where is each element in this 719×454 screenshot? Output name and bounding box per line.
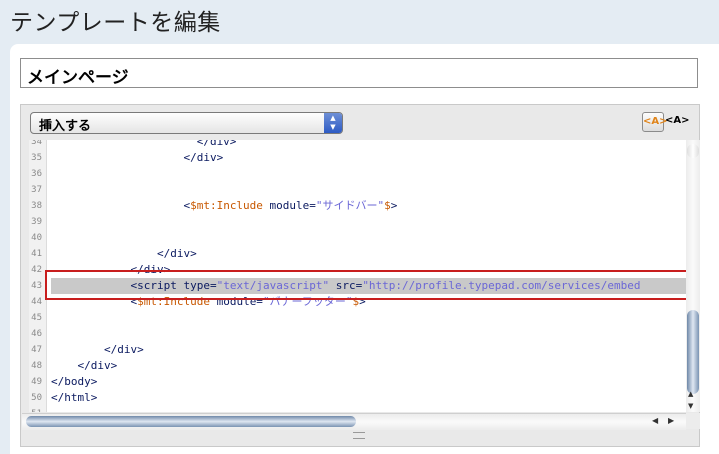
code-token: "text/javascript" xyxy=(216,279,330,292)
code-line[interactable]: 35 </div> xyxy=(29,150,686,166)
code-line[interactable]: 49 </body> xyxy=(29,374,686,390)
line-number: 34 xyxy=(31,140,42,147)
code-token: < xyxy=(51,199,191,212)
code-line-text: </body> xyxy=(51,374,97,390)
code-line[interactable]: 34 </div> xyxy=(29,140,686,150)
code-line-text: <$mt:Include module="サイドバー"$> xyxy=(51,198,397,214)
code-line[interactable]: 47 </div> xyxy=(29,342,686,358)
syntax-highlight-on-button[interactable]: <A> xyxy=(642,112,668,132)
code-token: module= xyxy=(262,199,316,212)
line-number: 37 xyxy=(31,185,42,195)
code-token: > xyxy=(390,199,398,212)
code-token: "サイドバー" xyxy=(315,199,385,212)
line-number: 42 xyxy=(31,265,42,275)
horizontal-scrollbar[interactable]: ◀ ▶ xyxy=(22,413,686,430)
line-number: 36 xyxy=(31,169,42,179)
code-line[interactable]: 36 xyxy=(29,166,686,182)
scrollbar-track-cap xyxy=(687,144,699,158)
line-number: 51 xyxy=(29,406,42,412)
arrow-down-icon[interactable]: ▼ xyxy=(688,402,693,410)
code-token: "バナーフッター" xyxy=(262,295,353,308)
code-token: src= xyxy=(329,279,363,292)
line-number: 39 xyxy=(31,217,42,227)
resize-grip-icon[interactable] xyxy=(353,432,365,439)
code-line[interactable]: 37 xyxy=(29,182,686,198)
code-line-text: </div> xyxy=(51,342,144,358)
syntax-highlight-off-label: <A> xyxy=(665,115,690,126)
line-number: 46 xyxy=(31,329,42,339)
scrollbar-corner xyxy=(686,413,700,429)
code-line-text: </html> xyxy=(51,390,97,406)
code-line-text: </div> xyxy=(51,246,197,262)
vertical-scrollbar[interactable]: ▲ ▼ xyxy=(686,140,700,412)
code-token: </div> xyxy=(51,343,144,356)
arrow-right-icon[interactable]: ▶ xyxy=(668,416,674,425)
code-line[interactable]: 51 xyxy=(29,406,686,412)
code-line-text: </div> xyxy=(51,262,170,278)
vertical-scroll-thumb[interactable] xyxy=(687,310,699,394)
line-number: 43 xyxy=(31,281,42,291)
code-token: > xyxy=(359,295,366,308)
line-number: 50 xyxy=(31,393,42,403)
syntax-highlight-off-button[interactable]: <A> xyxy=(665,112,690,132)
code-line[interactable]: 44 <$mt:Include module="バナーフッター"$> xyxy=(29,294,686,310)
line-number: 44 xyxy=(31,297,42,307)
code-line[interactable]: 50 </html> xyxy=(29,390,686,406)
updown-arrows-icon: ▲ ▼ xyxy=(324,113,342,133)
code-token: </div> xyxy=(51,151,224,164)
code-token: </div> xyxy=(51,359,118,372)
line-number: 48 xyxy=(31,361,42,371)
code-line-text: </div> xyxy=(51,140,237,150)
code-line[interactable]: 45 xyxy=(29,310,686,326)
code-token: <script xyxy=(51,279,177,292)
code-line[interactable]: 43 <script type="text/javascript" src="h… xyxy=(29,278,686,294)
code-line-text: <script type="text/javascript" src="http… xyxy=(51,278,686,294)
code-line[interactable]: 46 xyxy=(29,326,686,342)
line-number: 47 xyxy=(31,345,42,355)
code-line[interactable]: 42 </div> xyxy=(29,262,686,278)
code-token: $mt:Include xyxy=(190,199,263,212)
code-token: $ xyxy=(384,199,391,212)
arrow-up-icon[interactable]: ▲ xyxy=(688,390,693,398)
code-text-area[interactable]: 34 </div> 35 </div> 36 37 38 <$mt:Include mo… xyxy=(29,140,686,412)
code-line[interactable]: 41 </div> xyxy=(29,246,686,262)
code-line-text: <$mt:Include module="バナーフッター"$> xyxy=(51,294,366,310)
code-line-text: </div> xyxy=(51,358,117,374)
line-number: 35 xyxy=(31,153,42,163)
code-line[interactable]: 48 </div> xyxy=(29,358,686,374)
code-token: < xyxy=(51,295,138,308)
syntax-highlight-on-label: <A> xyxy=(643,116,668,127)
line-number: 49 xyxy=(31,377,42,387)
code-token: module= xyxy=(209,295,263,308)
line-number: 40 xyxy=(31,233,42,243)
code-token: "http://profile.typepad.com/services/emb… xyxy=(362,279,641,292)
line-number: 45 xyxy=(31,313,42,323)
insert-select[interactable]: 挿入する ▲ ▼ xyxy=(30,112,343,134)
template-name-input[interactable]: メインページ xyxy=(20,58,698,88)
line-number: 41 xyxy=(31,249,42,259)
code-token: </div> xyxy=(51,140,237,148)
code-token: </body> xyxy=(51,375,98,388)
code-line-text: </div> xyxy=(51,150,223,166)
page-title: テンプレートを編集 xyxy=(10,10,221,36)
code-line[interactable]: 38 <$mt:Include module="サイドバー"$> xyxy=(29,198,686,214)
code-line[interactable]: 40 xyxy=(29,230,686,246)
horizontal-scroll-thumb[interactable] xyxy=(26,416,356,427)
line-number: 38 xyxy=(31,201,42,211)
code-line[interactable]: 39 xyxy=(29,214,686,230)
code-token: $mt:Include xyxy=(137,295,210,308)
insert-select-label: 挿入する xyxy=(39,119,92,134)
code-token: </html> xyxy=(51,391,98,404)
arrow-left-icon[interactable]: ◀ xyxy=(652,416,658,425)
code-token: </div> xyxy=(51,247,197,260)
code-token: </div> xyxy=(51,263,171,276)
code-token: type= xyxy=(176,279,217,292)
